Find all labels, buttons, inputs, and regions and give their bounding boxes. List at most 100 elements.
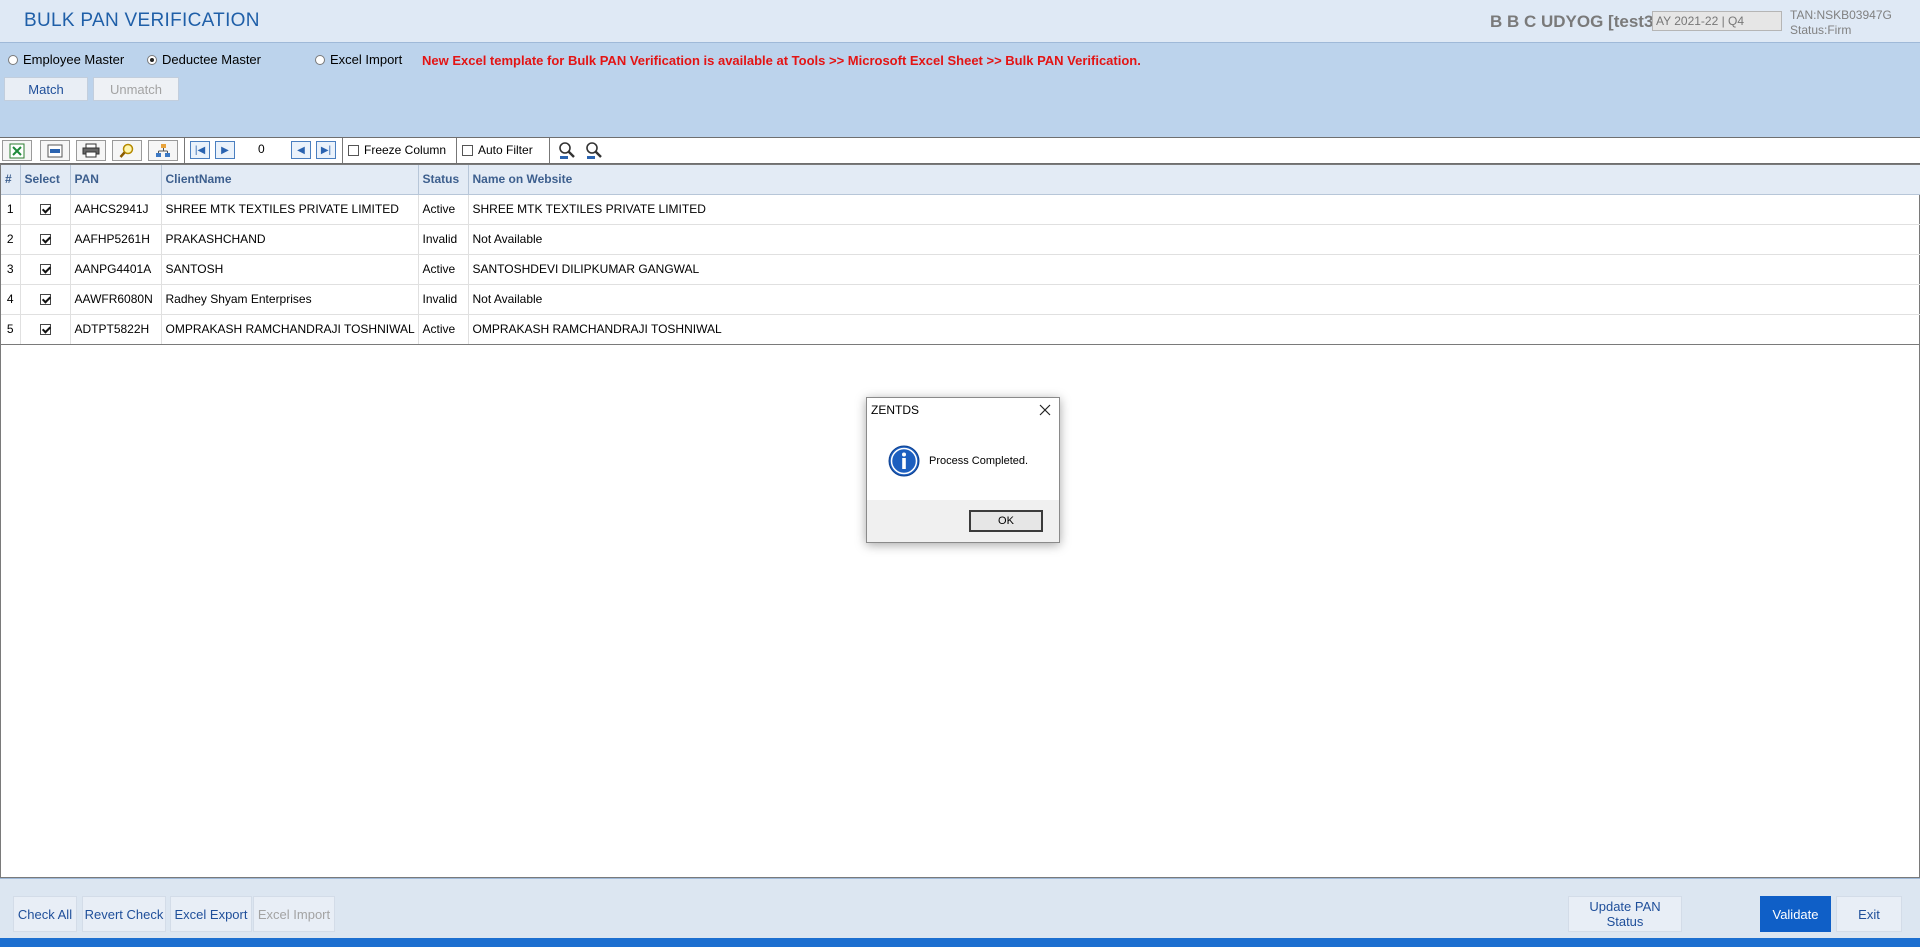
auto-filter-checkbox[interactable]: Auto Filter <box>462 143 533 157</box>
firm-status: Status:Firm <box>1790 23 1852 37</box>
ok-button[interactable]: OK <box>969 510 1043 532</box>
toolbar-divider <box>456 138 457 163</box>
revert-check-button[interactable]: Revert Check <box>82 896 166 932</box>
select-cell[interactable] <box>20 194 71 225</box>
row-checkbox[interactable] <box>39 234 51 246</box>
table-row[interactable]: 2 AAFHP5261H PRAKASHCHAND Invalid Not Av… <box>1 224 1920 255</box>
excel-export-button[interactable]: Excel Export <box>170 896 252 932</box>
toolbar-divider <box>549 138 550 163</box>
page-title: BULK PAN VERIFICATION <box>24 10 260 31</box>
row-checkbox[interactable] <box>39 294 51 306</box>
printer-icon <box>82 143 100 158</box>
dialog-footer: OK <box>867 500 1059 542</box>
prev-record-icon: ▶ <box>221 144 229 156</box>
column-header-name-on-website[interactable]: Name on Website <box>468 165 1920 195</box>
table-row[interactable]: 1 AAHCS2941J SHREE MTK TEXTILES PRIVATE … <box>1 194 1920 225</box>
chart-tool[interactable] <box>148 140 178 161</box>
select-cell[interactable] <box>20 224 71 255</box>
prev-record-button[interactable]: ▶ <box>215 141 235 159</box>
freeze-column-checkbox[interactable]: Freeze Column <box>348 143 446 157</box>
pan-cell[interactable]: AAWFR6080N <box>70 284 162 315</box>
pdf-export-tool[interactable] <box>40 140 70 161</box>
grid-toolbar: |◀ ▶ 0 ◀ ▶| Freeze Column Auto Filter <box>0 137 1920 164</box>
client-name-cell[interactable]: SANTOSH <box>161 254 419 285</box>
checkbox-box <box>348 144 359 156</box>
pan-cell[interactable]: AAHCS2941J <box>70 194 162 225</box>
pan-cell[interactable]: AAFHP5261H <box>70 224 162 255</box>
pan-table: # Select PAN ClientName Status Name on W… <box>1 165 1920 345</box>
row-checkbox[interactable] <box>39 324 51 336</box>
record-counter: 0 <box>258 142 265 156</box>
info-icon <box>888 445 920 477</box>
row-number: 3 <box>1 254 21 285</box>
update-pan-status-button[interactable]: Update PAN Status <box>1568 896 1682 932</box>
website-name-cell[interactable]: SANTOSHDEVI DILIPKUMAR GANGWAL <box>468 254 1920 285</box>
column-header-pan[interactable]: PAN <box>70 165 162 195</box>
website-name-cell[interactable]: SHREE MTK TEXTILES PRIVATE LIMITED <box>468 194 1920 225</box>
column-header-client-name[interactable]: ClientName <box>161 165 419 195</box>
radio-indicator-selected <box>147 54 157 65</box>
next-record-icon: ◀ <box>297 144 305 156</box>
dialog-close-button[interactable] <box>1035 400 1055 420</box>
status-cell[interactable]: Invalid <box>418 224 469 255</box>
row-checkbox[interactable] <box>39 264 51 276</box>
client-name-cell[interactable]: OMPRAKASH RAMCHANDRAJI TOSHNIWAL <box>161 314 419 345</box>
column-header-index[interactable]: # <box>1 165 21 195</box>
select-cell[interactable] <box>20 284 71 315</box>
select-cell[interactable] <box>20 254 71 285</box>
exit-button[interactable]: Exit <box>1836 896 1902 932</box>
pan-cell[interactable]: AANPG4401A <box>70 254 162 285</box>
last-record-icon: ▶| <box>320 144 332 156</box>
radio-deductee-master[interactable]: Deductee Master <box>147 52 261 67</box>
website-name-cell[interactable]: Not Available <box>468 284 1920 315</box>
status-cell[interactable]: Invalid <box>418 284 469 315</box>
dialog-title: ZENTDS <box>871 403 919 417</box>
first-record-button[interactable]: |◀ <box>190 141 210 159</box>
match-button[interactable]: Match <box>4 77 88 101</box>
client-name-cell[interactable]: PRAKASHCHAND <box>161 224 419 255</box>
last-record-button[interactable]: ▶| <box>316 141 336 159</box>
next-record-button[interactable]: ◀ <box>291 141 311 159</box>
chart-icon <box>156 143 170 157</box>
template-notice: New Excel template for Bulk PAN Verifica… <box>422 53 1141 68</box>
validate-button[interactable]: Validate <box>1760 896 1831 932</box>
company-name: B B C UDYOG [test3] <box>1490 12 1660 31</box>
client-name-cell[interactable]: SHREE MTK TEXTILES PRIVATE LIMITED <box>161 194 419 225</box>
first-record-icon: |◀ <box>194 144 206 156</box>
status-cell[interactable]: Active <box>418 314 469 345</box>
column-header-status[interactable]: Status <box>418 165 469 195</box>
table-row[interactable]: 5 ADTPT5822H OMPRAKASH RAMCHANDRAJI TOSH… <box>1 314 1920 345</box>
status-cell[interactable]: Active <box>418 254 469 285</box>
pan-cell[interactable]: ADTPT5822H <box>70 314 162 345</box>
title-bar: BULK PAN VERIFICATION B B C UDYOG [test3… <box>0 0 1920 43</box>
table-row[interactable]: 3 AANPG4401A SANTOSH Active SANTOSHDEVI … <box>1 254 1920 285</box>
status-cell[interactable]: Active <box>418 194 469 225</box>
excel-icon <box>9 143 25 158</box>
find-next-icon[interactable] <box>585 141 605 161</box>
find-icon[interactable] <box>558 141 578 161</box>
website-name-cell[interactable]: OMPRAKASH RAMCHANDRAJI TOSHNIWAL <box>468 314 1920 345</box>
table-row[interactable]: 4 AAWFR6080N Radhey Shyam Enterprises In… <box>1 284 1920 315</box>
row-checkbox[interactable] <box>39 204 51 216</box>
radio-indicator <box>8 54 18 65</box>
excel-export-tool[interactable] <box>2 140 32 161</box>
radio-excel-import[interactable]: Excel Import <box>315 52 402 67</box>
website-name-cell[interactable]: Not Available <box>468 224 1920 255</box>
excel-import-button[interactable]: Excel Import <box>253 896 335 932</box>
client-name-cell[interactable]: Radhey Shyam Enterprises <box>161 284 419 315</box>
preview-tool[interactable] <box>112 140 142 161</box>
select-cell[interactable] <box>20 314 71 345</box>
radio-employee-master[interactable]: Employee Master <box>8 52 124 67</box>
message-dialog: ZENTDS Process Completed. OK <box>866 397 1060 543</box>
assessment-year-field[interactable]: AY 2021-22 | Q4 <box>1652 11 1782 31</box>
pdf-icon <box>47 144 63 157</box>
column-header-select[interactable]: Select <box>20 165 71 195</box>
print-tool[interactable] <box>76 140 106 161</box>
radio-indicator <box>315 54 325 65</box>
row-number: 5 <box>1 314 21 345</box>
tan-info: TAN:NSKB03947G Status:Firm <box>1790 8 1892 38</box>
row-number: 4 <box>1 284 21 315</box>
bottom-action-bar: Check All Revert Check Excel Export Exce… <box>0 878 1920 939</box>
check-all-button[interactable]: Check All <box>13 896 77 932</box>
unmatch-button[interactable]: Unmatch <box>93 77 179 101</box>
